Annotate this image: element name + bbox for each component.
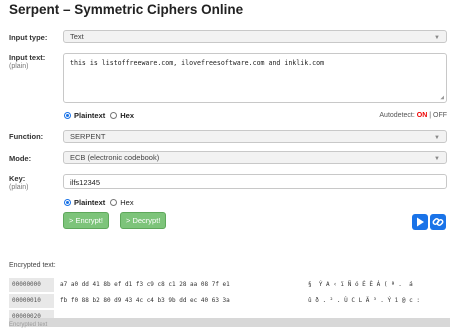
mode-select[interactable]: ECB (electronic codebook) ▼	[63, 151, 447, 164]
autodetect-separator: |	[429, 112, 432, 119]
mode-value: ECB (electronic codebook)	[70, 153, 160, 162]
key-value: ilfs12345	[70, 178, 101, 187]
play-icon	[417, 217, 424, 227]
plaintext-radio[interactable]	[64, 112, 71, 119]
key-sublabel: (plain)	[9, 184, 29, 191]
decrypt-button[interactable]: > Decrypt!	[120, 212, 167, 229]
autodetect-toggle[interactable]: Autodetect: ON | OFF	[379, 112, 447, 119]
input-text-value: this is listoffreeware.com, ilovefreesof…	[70, 59, 325, 67]
chevron-down-icon: ▼	[434, 156, 440, 162]
input-type-select[interactable]: Text ▼	[63, 30, 447, 43]
function-label: Function:	[9, 132, 44, 141]
function-select[interactable]: SERPENT ▼	[63, 130, 447, 143]
key-label-text: Key:	[9, 174, 26, 183]
encrypted-text-label: Encrypted text:	[9, 262, 56, 269]
key-hex-radio[interactable]	[110, 199, 118, 206]
hex-radio[interactable]	[110, 112, 118, 119]
share-link-button[interactable]	[430, 214, 446, 230]
hex-output: 00000000 a7 a0 dd 41 8b ef d1 f3 c9 c8 c…	[9, 278, 446, 320]
key-plaintext-radio-label: Plaintext	[74, 198, 106, 207]
function-value: SERPENT	[70, 132, 106, 141]
input-type-value: Text	[70, 32, 84, 41]
key-hex-radio-label: Hex	[120, 198, 134, 207]
scrollbar-horizontal[interactable]	[9, 318, 450, 327]
hex-radio-label: Hex	[120, 111, 135, 120]
hex-chars: § Ý A ‹ ï Ñ ó É È Á ( ª . á	[308, 281, 413, 288]
input-text-area[interactable]: this is listoffreeware.com, ilovefreesof…	[63, 53, 447, 103]
encrypt-button[interactable]: > Encrypt!	[63, 212, 109, 229]
input-format-radios: Plaintext Hex	[64, 111, 139, 120]
input-type-label: Input type:	[9, 33, 48, 42]
link-icon	[432, 218, 444, 226]
hex-offset: 00000010	[9, 294, 54, 308]
autodetect-on[interactable]: ON	[417, 112, 428, 119]
input-text-sublabel: (plain)	[9, 63, 29, 70]
key-input[interactable]: ilfs12345	[63, 174, 447, 189]
hex-bytes: a7 a0 dd 41 8b ef d1 f3 c9 c8 c1 28 aa 0…	[60, 281, 230, 288]
play-button[interactable]	[412, 214, 428, 230]
resize-handle-icon[interactable]: ◢	[440, 94, 444, 101]
chevron-down-icon: ▼	[434, 135, 440, 141]
autodetect-off[interactable]: OFF	[433, 112, 447, 119]
page-title: Serpent – Symmetric Ciphers Online	[9, 2, 244, 17]
mode-label: Mode:	[9, 154, 32, 163]
input-text-label: Input text: (plain)	[9, 53, 45, 70]
plaintext-radio-label: Plaintext	[74, 111, 106, 120]
key-format-radios: Plaintext Hex	[64, 198, 139, 207]
hex-bytes: fb f0 88 b2 80 d9 43 4c c4 b3 9b dd ec 4…	[60, 297, 230, 304]
hex-offset: 00000000	[9, 278, 54, 292]
chevron-down-icon: ▼	[434, 35, 440, 41]
key-plaintext-radio[interactable]	[64, 199, 71, 206]
key-label: Key: (plain)	[9, 174, 28, 191]
encrypted-text-footer: Encrypted text	[9, 322, 48, 328]
autodetect-label: Autodetect:	[379, 112, 415, 119]
hex-chars: û ð . ² . Ù C L Ä ³ . Ý ì @ c :	[308, 297, 420, 304]
input-text-label-text: Input text:	[9, 53, 46, 62]
